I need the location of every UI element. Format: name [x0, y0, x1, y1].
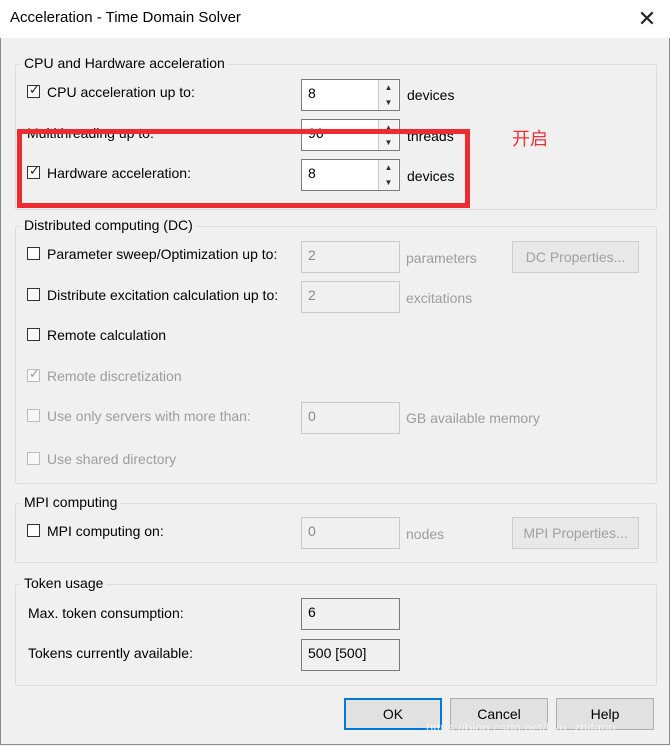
cpu-acceleration-value: 8: [308, 85, 316, 101]
parameter-sweep-label: Parameter sweep/Optimization up to:: [47, 246, 278, 262]
watermark: https://blog.csdn.net/Lyu_zhifang: [426, 720, 616, 735]
distribute-excitation-label: Distribute excitation calculation up to:: [47, 287, 279, 303]
mpi-nodes-unit: nodes: [406, 526, 445, 542]
servers-memory-field[interactable]: 0: [301, 402, 400, 434]
cpu-acceleration-unit: devices: [407, 87, 455, 103]
window-title: Acceleration - Time Domain Solver: [10, 9, 241, 26]
max-token-value: 6: [308, 604, 316, 620]
checkmark-icon: ✓: [29, 82, 40, 97]
stepper-buttons: ▲ ▼: [378, 80, 399, 110]
max-token-label: Max. token consumption:: [28, 605, 184, 621]
distributed-computing-legend: Distributed computing (DC): [21, 217, 196, 233]
distribute-excitation-value: 2: [308, 287, 316, 303]
distribute-excitation-checkbox[interactable]: [27, 288, 40, 301]
annotation-text: 开启: [512, 129, 548, 150]
remote-discretization-checkbox[interactable]: ✓: [27, 366, 40, 382]
mpi-computing-legend: MPI computing: [21, 494, 121, 510]
stepper-up-icon[interactable]: ▲: [379, 80, 398, 95]
dc-properties-button[interactable]: DC Properties...: [512, 241, 639, 273]
tokens-available-label: Tokens currently available:: [28, 645, 193, 661]
cpu-acceleration-label: CPU acceleration up to:: [47, 84, 195, 100]
mpi-computing-checkbox[interactable]: [27, 524, 40, 537]
mpi-nodes-field[interactable]: 0: [301, 517, 400, 549]
tokens-available-value: 500 [500]: [308, 645, 367, 661]
servers-memory-unit: GB available memory: [406, 410, 540, 426]
checkmark-icon: ✓: [29, 366, 40, 381]
mpi-nodes-value: 0: [308, 523, 316, 539]
token-usage-legend: Token usage: [21, 575, 107, 591]
max-token-field: 6: [301, 598, 400, 630]
remote-discretization-label: Remote discretization: [47, 368, 182, 384]
red-highlight-box: [17, 129, 470, 208]
cpu-hardware-legend: CPU and Hardware acceleration: [21, 55, 228, 71]
tokens-available-field: 500 [500]: [301, 639, 400, 671]
parameter-sweep-checkbox[interactable]: [27, 247, 40, 260]
parameter-sweep-value: 2: [308, 247, 316, 263]
mpi-properties-button[interactable]: MPI Properties...: [512, 517, 639, 549]
cpu-acceleration-stepper[interactable]: 8 ▲ ▼: [301, 79, 400, 111]
distribute-excitation-field[interactable]: 2: [301, 281, 400, 313]
servers-memory-value: 0: [308, 408, 316, 424]
distribute-excitation-unit: excitations: [406, 290, 473, 306]
shared-directory-checkbox[interactable]: [27, 452, 40, 465]
parameter-sweep-unit: parameters: [406, 250, 477, 266]
close-icon[interactable]: ✕: [632, 4, 662, 34]
stepper-down-icon[interactable]: ▼: [379, 95, 398, 110]
mpi-computing-label: MPI computing on:: [47, 523, 164, 539]
parameter-sweep-field[interactable]: 2: [301, 241, 400, 273]
servers-memory-label: Use only servers with more than:: [47, 408, 251, 424]
remote-calculation-checkbox[interactable]: [27, 328, 40, 341]
cpu-acceleration-checkbox[interactable]: ✓: [27, 82, 40, 98]
shared-directory-label: Use shared directory: [47, 451, 177, 467]
remote-calculation-label: Remote calculation: [47, 327, 167, 343]
servers-memory-checkbox[interactable]: [27, 409, 40, 422]
